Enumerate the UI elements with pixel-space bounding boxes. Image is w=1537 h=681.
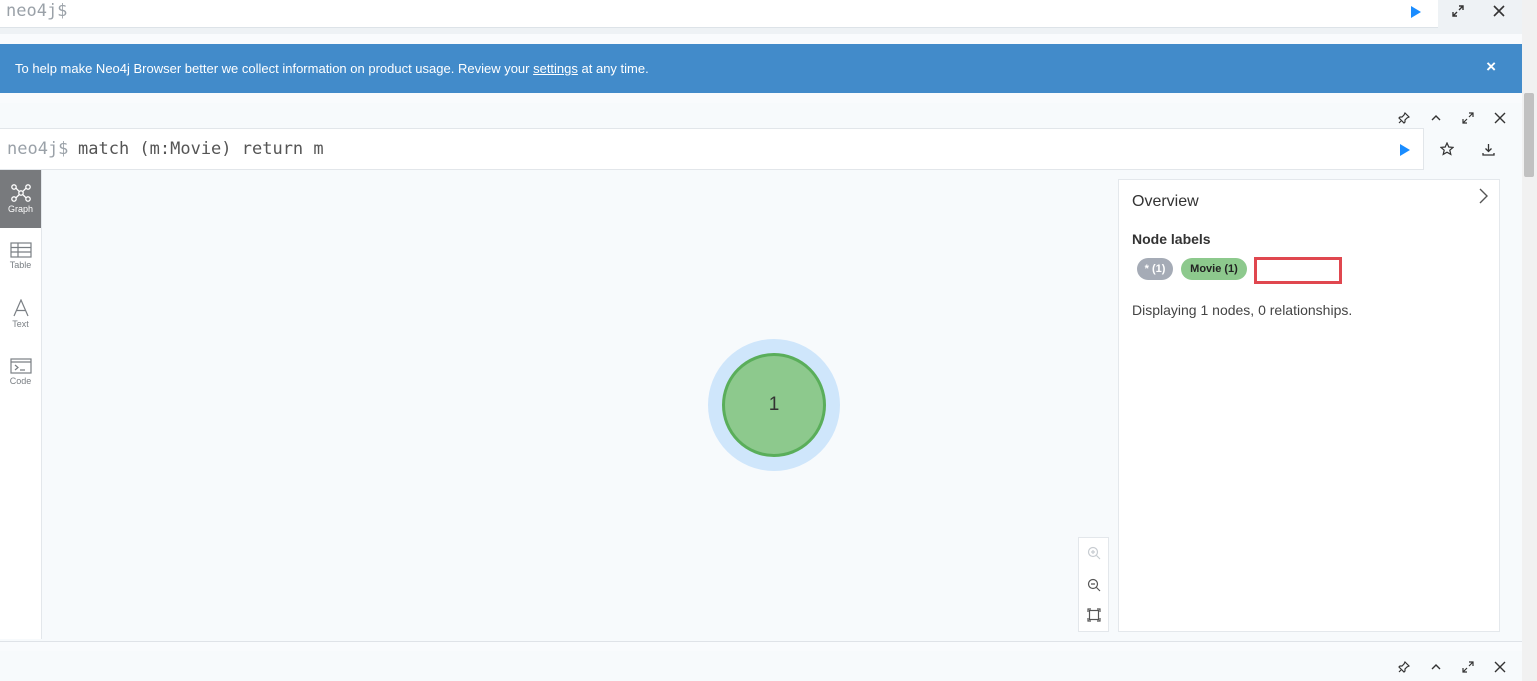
graph-icon (10, 184, 31, 202)
tab-code[interactable]: Code (0, 344, 41, 402)
graph-node[interactable]: 1 (722, 353, 826, 457)
download-icon[interactable] (1479, 140, 1497, 158)
top-query-input[interactable]: neo4j$ (0, 0, 1438, 28)
favorite-star-icon[interactable] (1438, 140, 1456, 158)
query-text[interactable]: match (m:Movie) return m (78, 139, 324, 159)
label-pill-all[interactable]: * (1) (1137, 258, 1173, 280)
top-prompt: neo4j$ (6, 1, 68, 21)
chevron-right-icon[interactable] (1477, 188, 1489, 209)
frame-prompt: neo4j$ (7, 139, 69, 159)
fit-graph-icon[interactable] (1087, 608, 1103, 624)
table-icon (9, 242, 32, 258)
banner-text: To help make Neo4j Browser better we col… (15, 61, 534, 76)
zoom-controls (1078, 537, 1109, 632)
tab-text-label: Text (12, 319, 29, 329)
scrollbar-thumb[interactable] (1524, 93, 1534, 177)
node-caption: 1 (768, 394, 780, 415)
tab-text[interactable]: Text (0, 285, 41, 343)
overview-title: Overview (1132, 193, 1199, 210)
close-icon[interactable] (1490, 2, 1508, 20)
page-scrollbar[interactable] (1522, 0, 1537, 681)
settings-link[interactable]: settings (533, 61, 578, 76)
frame-close-icon[interactable] (1492, 110, 1508, 126)
view-tabs: Graph Table Text Code (0, 170, 42, 639)
node-labels-title: Node labels (1132, 231, 1211, 247)
run-icon[interactable] (1407, 3, 1425, 21)
next-frame (0, 651, 1522, 681)
frame-query-editor[interactable]: neo4j$ match (m:Movie) return m (0, 128, 1424, 170)
collapse-icon[interactable] (1428, 110, 1444, 126)
expand-icon[interactable] (1460, 659, 1476, 675)
code-icon (9, 358, 32, 374)
frame-toolbar (1396, 110, 1508, 126)
expand-icon[interactable] (1460, 110, 1476, 126)
collapse-icon[interactable] (1428, 659, 1444, 675)
fullscreen-icon[interactable] (1449, 2, 1467, 20)
pin-icon[interactable] (1396, 659, 1412, 675)
next-frame-toolbar (1396, 659, 1508, 675)
tab-graph[interactable]: Graph (0, 170, 41, 228)
label-pill-movie[interactable]: Movie (1) (1181, 258, 1247, 280)
tab-table-label: Table (9, 260, 32, 270)
overview-summary: Displaying 1 nodes, 0 relationships. (1132, 302, 1353, 318)
banner-text-end: at any time. (577, 61, 649, 76)
banner-close-button[interactable]: × (1486, 57, 1496, 77)
usage-banner: To help make Neo4j Browser better we col… (0, 44, 1522, 93)
text-icon (12, 299, 29, 317)
overview-panel: Overview Node labels * (1) Movie (1) Dis… (1118, 179, 1500, 632)
pin-icon[interactable] (1396, 110, 1412, 126)
zoom-out-icon[interactable] (1087, 578, 1103, 594)
banner-message: To help make Neo4j Browser better we col… (15, 61, 649, 76)
tab-code-label: Code (9, 376, 32, 386)
top-editor-bar: neo4j$ (0, 0, 1522, 34)
zoom-in-icon[interactable] (1087, 546, 1103, 562)
frame-close-icon[interactable] (1492, 659, 1508, 675)
tab-graph-label: Graph (7, 204, 33, 214)
tab-table[interactable]: Table (0, 228, 41, 286)
highlight-box (1254, 257, 1342, 284)
frame-run-icon[interactable] (1396, 141, 1414, 159)
